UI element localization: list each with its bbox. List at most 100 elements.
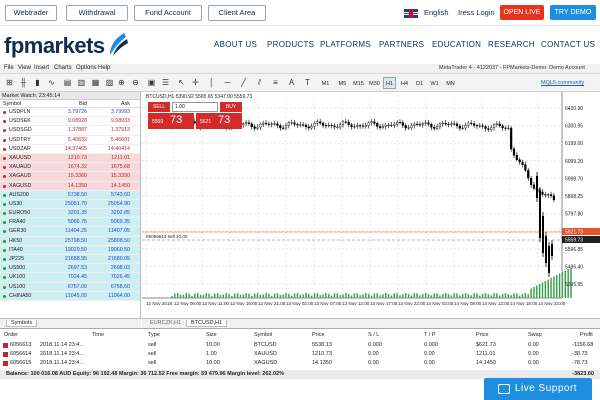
hdr-size[interactable]: Size	[206, 332, 217, 338]
trendline-icon[interactable]: ╱	[238, 77, 249, 88]
order-row[interactable]: 6056614 2018.11.14 23:4... sell 1.00 XAUUSD 1…	[0, 350, 600, 359]
market-watch-row[interactable]: XAGAUD 15.3360 15.3390	[0, 172, 140, 182]
hdr-cur-price[interactable]: Price	[476, 332, 489, 338]
tf-w1[interactable]: W1	[428, 77, 441, 89]
tab-eurczk[interactable]: EURCZK,H1	[146, 320, 185, 326]
market-watch-row[interactable]: EURO50 3201.35 3202.85	[0, 209, 140, 219]
chart-shift-icon[interactable]: ▤	[62, 77, 73, 88]
fund-account-button[interactable]: Fund Account	[134, 5, 202, 21]
market-watch-row[interactable]: ITA40 19029.50 19060.50	[0, 245, 140, 255]
nav-research[interactable]: RESEARCH	[488, 40, 535, 49]
tab-btcusd[interactable]: BTCUSD,H1	[186, 320, 228, 327]
zoom-out-icon[interactable]: ⊖	[130, 77, 141, 88]
line-chart-icon[interactable]: ∿	[46, 77, 57, 88]
market-watch-row[interactable]: US30 25051.70 25054.90	[0, 199, 140, 210]
lot-size-input[interactable]: 1.00	[172, 102, 218, 112]
market-watch-row[interactable]: XAGUSD 14.1350 14.1450	[0, 181, 140, 191]
market-watch-row[interactable]: XAUUSD 1210.73 1211.01	[0, 153, 140, 164]
grid-icon[interactable]: ▦	[90, 77, 101, 88]
tile-windows-icon[interactable]: ▣	[146, 77, 157, 88]
market-watch-row[interactable]: GER30 11404.25 11407.05	[0, 227, 140, 237]
try-demo-button[interactable]: TRY DEMO	[550, 5, 596, 20]
fpmarkets-logo[interactable]: fpmarkets	[4, 33, 105, 59]
nav-contact-us[interactable]: CONTACT US	[541, 40, 595, 49]
sell-price-box[interactable]: 5559 73	[148, 113, 194, 129]
menu-file[interactable]: File	[4, 65, 14, 71]
nav-platforms[interactable]: PLATFORMS	[320, 40, 371, 49]
market-watch-row[interactable]: CHINA50 11045.00 11064.00	[0, 291, 140, 301]
market-watch-row[interactable]: US100 6757.00 6758.60	[0, 282, 140, 292]
hdr-profit[interactable]: Profit	[580, 332, 593, 338]
open-live-button[interactable]: OPEN LIVE	[500, 5, 544, 20]
tf-m15[interactable]: M15	[351, 77, 366, 89]
tf-m1[interactable]: M1	[318, 77, 333, 89]
market-watch-row[interactable]: USDZAR 14.37465 14.40414	[0, 145, 140, 154]
volume-icon[interactable]: ▨	[104, 77, 115, 88]
menu-view[interactable]: View	[18, 65, 31, 71]
new-chart-icon[interactable]: ⊞	[4, 77, 15, 88]
tf-m5[interactable]: M5	[335, 77, 350, 89]
client-area-button[interactable]: Client Area	[208, 5, 266, 21]
market-watch-row[interactable]: JP225 21688.95 21680.05	[0, 255, 140, 265]
properties-icon[interactable]: ☰	[160, 77, 171, 88]
tf-mn[interactable]: MN	[443, 77, 458, 89]
tf-h4[interactable]: H4	[398, 77, 411, 89]
order-row[interactable]: 6056615 2018.11.14 23:4... sell 10.00 XAGUSD…	[0, 359, 600, 368]
hdr-swap[interactable]: Swap	[528, 332, 542, 338]
text-tool-icon[interactable]: A	[286, 77, 297, 88]
nav-about-us[interactable]: ABOUT US	[214, 40, 257, 49]
market-watch-row[interactable]: USDTRY 5.46632 5.46691	[0, 136, 140, 145]
webtrader-button[interactable]: Webtrader	[5, 5, 57, 21]
col-ask[interactable]: Ask	[121, 100, 130, 108]
vertical-line-icon[interactable]: │	[206, 77, 217, 88]
fibonacci-icon[interactable]: ≡	[270, 77, 281, 88]
hdr-sl[interactable]: S / L	[368, 332, 379, 338]
market-watch-row[interactable]: AUS200 5738.50 5743.60	[0, 190, 140, 200]
iress-login-link[interactable]: Iress Login	[458, 8, 495, 17]
market-watch-row[interactable]: US500 2697.53 2698.03	[0, 264, 140, 274]
hdr-price[interactable]: Price	[312, 332, 325, 338]
nav-partners[interactable]: PARTNERS	[379, 40, 424, 49]
market-watch-row[interactable]: USDSGD 1.37887 1.37913	[0, 126, 140, 136]
cursor-icon[interactable]: ↖	[176, 77, 187, 88]
withdrawal-button[interactable]: Withdrawal	[66, 5, 128, 21]
buy-price-box[interactable]: 5621 73	[196, 113, 242, 129]
hdr-order[interactable]: Order	[4, 332, 18, 338]
zoom-in-icon[interactable]: ⊕	[116, 77, 127, 88]
uk-flag-icon[interactable]	[404, 9, 418, 18]
live-support-button[interactable]: Live Support	[484, 378, 592, 400]
col-bid[interactable]: Bid	[79, 100, 87, 108]
market-watch-row[interactable]: UK100 7024.45 7026.45	[0, 273, 140, 283]
market-watch-row[interactable]: FRA40 5066.75 5069.35	[0, 218, 140, 228]
market-watch-row[interactable]: HK50 25798.50 25808.50	[0, 236, 140, 246]
order-row[interactable]: 6056613 2018.11.14 23:4... sell 10.00 BTCUSD…	[0, 341, 600, 350]
horizontal-line-icon[interactable]: ─	[222, 77, 233, 88]
menu-charts[interactable]: Charts	[54, 65, 72, 71]
bar-chart-icon[interactable]: ╫	[18, 77, 29, 88]
market-watch-row[interactable]: XAUAUD 1674.32 1675.68	[0, 163, 140, 173]
channel-icon[interactable]: ⫽	[254, 77, 265, 88]
candlestick-icon[interactable]: ▮	[32, 77, 43, 88]
autoscroll-icon[interactable]: ▥	[76, 77, 87, 88]
nav-education[interactable]: EDUCATION	[432, 40, 481, 49]
hdr-time[interactable]: Time	[92, 332, 104, 338]
menu-help[interactable]: Help	[98, 65, 110, 71]
col-symbol[interactable]: Symbol	[3, 100, 21, 108]
sell-button[interactable]: SELL	[148, 102, 170, 112]
tab-symbols[interactable]: Symbols	[6, 320, 38, 327]
tf-h1[interactable]: H1	[383, 77, 396, 89]
tf-m30[interactable]: M30	[367, 77, 382, 89]
menu-options[interactable]: Options	[76, 65, 97, 71]
hdr-symbol[interactable]: Symbol	[254, 332, 272, 338]
market-watch-row[interactable]: USDPLN 3.79726 3.79993	[0, 108, 140, 118]
buy-button[interactable]: BUY	[220, 102, 242, 112]
language-selector[interactable]: English	[424, 8, 449, 17]
menu-insert[interactable]: Insert	[34, 65, 49, 71]
crosshair-icon[interactable]: ✛	[190, 77, 201, 88]
mql5-community-link[interactable]: MQL5.community	[541, 80, 584, 86]
tf-d1[interactable]: D1	[413, 77, 426, 89]
nav-products[interactable]: PRODUCTS	[267, 40, 314, 49]
market-watch-row[interactable]: USDSEK 9.08928 9.08933	[0, 117, 140, 127]
hdr-tp[interactable]: T / P	[424, 332, 436, 338]
label-tool-icon[interactable]: T	[302, 77, 313, 88]
